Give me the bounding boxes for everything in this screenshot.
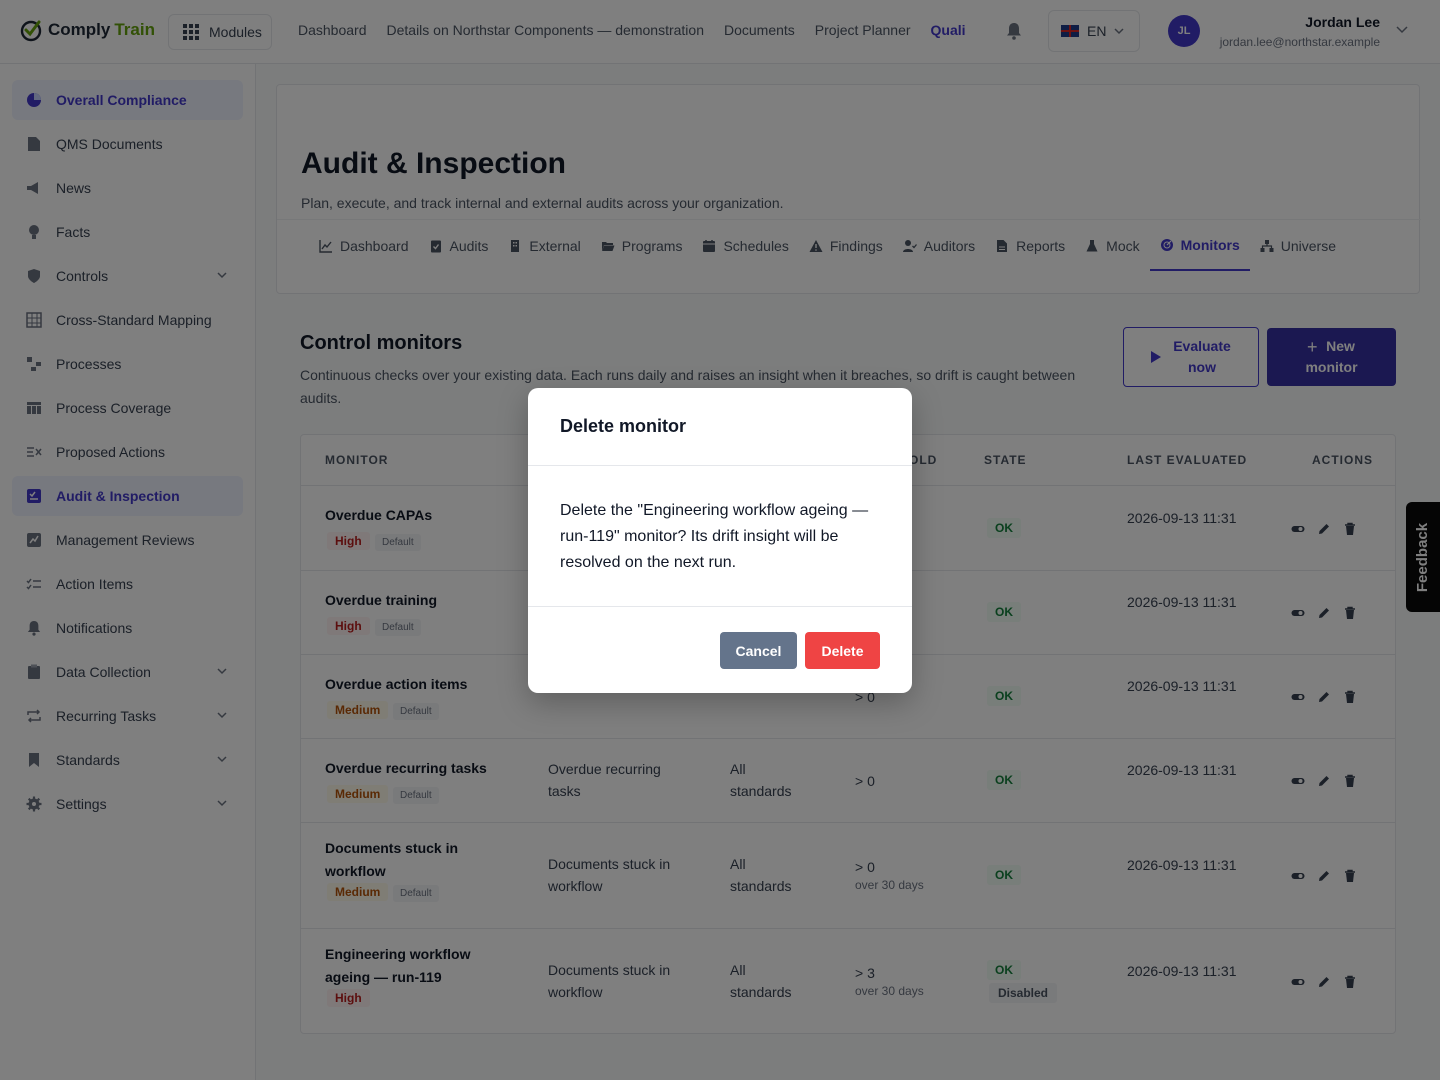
cancel-button[interactable]: Cancel: [720, 632, 797, 669]
dialog-divider: [528, 465, 912, 466]
dialog-divider: [528, 606, 912, 607]
delete-button[interactable]: Delete: [805, 632, 880, 669]
delete-monitor-dialog: Delete monitor Delete the "Engineering w…: [528, 388, 912, 693]
dialog-message: Delete the "Engineering workflow ageing …: [560, 502, 869, 571]
dialog-title: Delete monitor: [560, 416, 687, 436]
